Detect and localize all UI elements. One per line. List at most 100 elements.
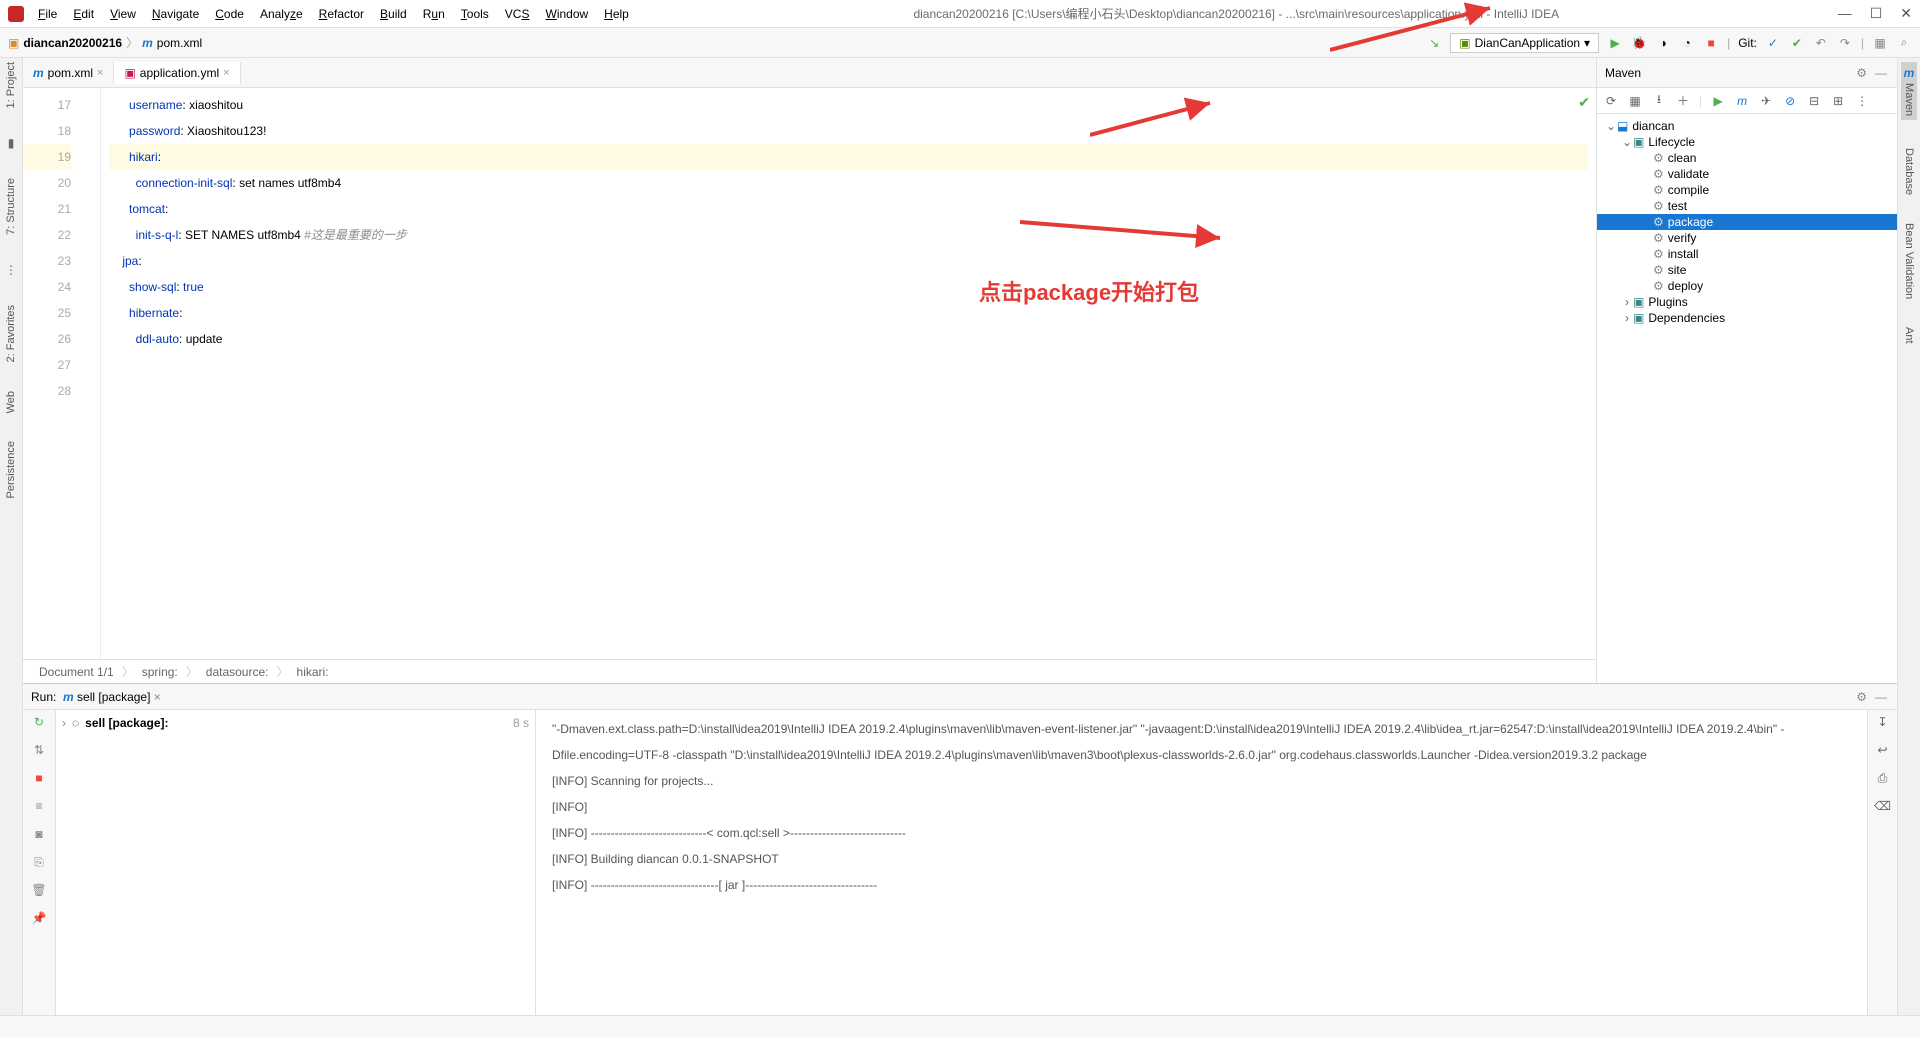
crumb-2[interactable]: datasource: xyxy=(206,665,269,679)
run-tree[interactable]: › ◌ sell [package]: 8 s xyxy=(56,710,536,1015)
close-run-tab-icon[interactable]: × xyxy=(154,690,161,704)
dump-icon[interactable]: ≡ xyxy=(31,798,47,814)
menu-tools[interactable]: Tools xyxy=(455,5,495,23)
print-icon[interactable]: ⎙ xyxy=(1875,770,1891,786)
maven-tree[interactable]: ⌄⬓diancan ⌄▣Lifecycle ⚙clean ⚙validate ⚙… xyxy=(1597,114,1897,683)
sidebar-bean-validation[interactable]: Bean Validation xyxy=(1903,223,1915,299)
lifecycle-test[interactable]: ⚙test xyxy=(1597,198,1897,214)
lifecycle-install[interactable]: ⚙install xyxy=(1597,246,1897,262)
output-line: [INFO] --------------------------------[… xyxy=(552,872,1857,898)
maven-root[interactable]: ⌄⬓diancan xyxy=(1597,118,1897,134)
lifecycle-validate[interactable]: ⚙validate xyxy=(1597,166,1897,182)
lifecycle-clean[interactable]: ⚙clean xyxy=(1597,150,1897,166)
structure-rail-icon[interactable]: ⋮ xyxy=(5,263,17,277)
sidebar-web[interactable]: Web xyxy=(5,391,17,413)
lifecycle-deploy[interactable]: ⚙deploy xyxy=(1597,278,1897,294)
profile-icon[interactable]: ◔ xyxy=(1679,35,1695,51)
maven-dependencies[interactable]: ›▣Dependencies xyxy=(1597,310,1897,326)
gear-icon[interactable]: ⚙ xyxy=(1854,65,1870,81)
menu-file[interactable]: File xyxy=(32,5,63,23)
sidebar-persistence[interactable]: Persistence xyxy=(5,441,17,498)
run-icon[interactable]: ▶ xyxy=(1607,35,1623,51)
collapse-icon[interactable]: ⊟ xyxy=(1806,93,1822,109)
maven-plugins[interactable]: ›▣Plugins xyxy=(1597,294,1897,310)
menu-view[interactable]: View xyxy=(104,5,142,23)
sidebar-favorites[interactable]: 2: Favorites xyxy=(5,305,17,362)
menu-analyze[interactable]: Analyze xyxy=(254,5,309,23)
maximize-icon[interactable]: ☐ xyxy=(1870,5,1883,22)
sidebar-maven[interactable]: m Maven xyxy=(1901,62,1917,120)
stop-run-icon[interactable]: ■ xyxy=(31,770,47,786)
chevron-right-icon[interactable]: › xyxy=(62,716,66,1009)
toggle-skip-tests-icon[interactable]: ⊘ xyxy=(1782,93,1798,109)
menu-help[interactable]: Help xyxy=(598,5,635,23)
bookmark-icon[interactable]: ▮ xyxy=(8,136,15,150)
rerun-icon[interactable]: ↻ xyxy=(31,714,47,730)
tab-pom[interactable]: m pom.xml × xyxy=(23,62,114,84)
close-icon[interactable]: ✕ xyxy=(1900,5,1912,22)
pin-icon[interactable]: 📌 xyxy=(31,910,47,926)
exit-icon[interactable]: ⎘ xyxy=(31,854,47,870)
search-icon[interactable]: ⌕ xyxy=(1896,35,1912,51)
menu-refactor[interactable]: Refactor xyxy=(313,5,370,23)
maven-lifecycle[interactable]: ⌄▣Lifecycle xyxy=(1597,134,1897,150)
vcs-commit-icon[interactable]: ✔ xyxy=(1789,35,1805,51)
lifecycle-compile[interactable]: ⚙compile xyxy=(1597,182,1897,198)
stop-icon[interactable]: ■ xyxy=(1703,35,1719,51)
sidebar-ant[interactable]: Ant xyxy=(1903,327,1915,344)
maven-run-icon: m xyxy=(63,690,74,704)
code-editor[interactable]: 17 18 19 20 21 22 23 24 25 26 27 28 xyxy=(23,88,1596,659)
camera-icon[interactable]: ◙ xyxy=(31,826,47,842)
menu-navigate[interactable]: Navigate xyxy=(146,5,205,23)
minimize-panel-icon[interactable]: — xyxy=(1873,65,1889,81)
expand-icon[interactable]: ⊞ xyxy=(1830,93,1846,109)
menu-run[interactable]: Run xyxy=(417,5,451,23)
hammer-icon[interactable]: ↘ xyxy=(1426,35,1442,51)
inspection-ok-icon[interactable]: ✔ xyxy=(1578,94,1590,111)
sidebar-database[interactable]: Database xyxy=(1903,148,1915,195)
toggle-icon[interactable]: ⇅ xyxy=(31,742,47,758)
run-config-selector[interactable]: ▣ DianCanApplication ▾ xyxy=(1450,33,1599,53)
minimize-panel-icon[interactable]: — xyxy=(1873,689,1889,705)
lifecycle-package[interactable]: ⚙package xyxy=(1597,214,1897,230)
menu-window[interactable]: Window xyxy=(539,5,594,23)
structure-icon[interactable]: ▦ xyxy=(1872,35,1888,51)
download-icon[interactable]: ⭳ xyxy=(1651,93,1667,109)
coverage-icon[interactable]: ◑ xyxy=(1655,35,1671,51)
run-maven-icon[interactable]: ▶ xyxy=(1710,93,1726,109)
breadcrumb[interactable]: ▣ diancan20200216 〉 m pom.xml xyxy=(8,34,202,51)
menu-edit[interactable]: Edit xyxy=(67,5,100,23)
line-number: 26 xyxy=(23,326,71,352)
sidebar-structure[interactable]: 7: Structure xyxy=(5,178,17,235)
scroll-to-end-icon[interactable]: ↧ xyxy=(1875,714,1891,730)
clear-icon[interactable]: ⌫ xyxy=(1875,798,1891,814)
app-logo xyxy=(8,6,24,22)
toggle-offline-icon[interactable]: ✈ xyxy=(1758,93,1774,109)
vcs-update-icon[interactable]: ✓ xyxy=(1765,35,1781,51)
lifecycle-site[interactable]: ⚙site xyxy=(1597,262,1897,278)
refresh-icon[interactable]: ⟳ xyxy=(1603,93,1619,109)
close-tab-icon[interactable]: × xyxy=(223,67,229,79)
menu-code[interactable]: Code xyxy=(209,5,250,23)
minimize-icon[interactable]: — xyxy=(1838,5,1852,22)
run-output[interactable]: "-Dmaven.ext.class.path=D:\install\idea2… xyxy=(536,710,1867,1015)
sidebar-project[interactable]: 1: Project xyxy=(5,62,17,108)
gear-icon[interactable]: ⚙ xyxy=(1854,689,1870,705)
code-text[interactable]: username: xiaoshitou password: Xiaoshito… xyxy=(101,88,1596,659)
generate-icon[interactable]: ▦ xyxy=(1627,93,1643,109)
lifecycle-verify[interactable]: ⚙verify xyxy=(1597,230,1897,246)
soft-wrap-icon[interactable]: ↩ xyxy=(1875,742,1891,758)
crumb-1[interactable]: spring: xyxy=(142,665,178,679)
menu-build[interactable]: Build xyxy=(374,5,413,23)
add-icon[interactable]: ＋ xyxy=(1675,93,1691,109)
debug-icon[interactable]: 🐞 xyxy=(1631,35,1647,51)
close-tab-icon[interactable]: × xyxy=(97,67,103,79)
vcs-history-icon[interactable]: ↶ xyxy=(1813,35,1829,51)
vcs-revert-icon[interactable]: ↷ xyxy=(1837,35,1853,51)
menu-vcs[interactable]: VCS xyxy=(499,5,536,23)
crumb-3[interactable]: hikari: xyxy=(297,665,329,679)
trash-icon[interactable]: 🗑 xyxy=(31,882,47,898)
tab-application-yml[interactable]: ▣ application.yml × xyxy=(114,62,240,84)
maven-goal-icon[interactable]: m xyxy=(1734,93,1750,109)
show-deps-icon[interactable]: ⋮ xyxy=(1854,93,1870,109)
